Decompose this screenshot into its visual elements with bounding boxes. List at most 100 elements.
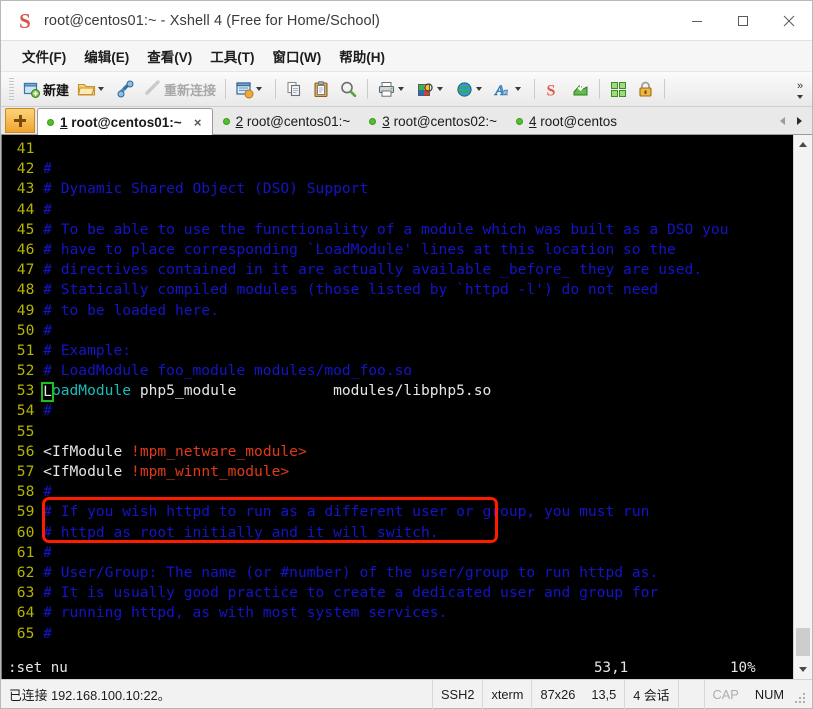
scroll-up-button[interactable] xyxy=(794,135,812,154)
terminal-scrollbar[interactable] xyxy=(793,135,812,679)
color-scheme-button[interactable] xyxy=(412,76,451,103)
terminal-line: 52 # LoadModule foo_module modules/mod_f… xyxy=(8,361,793,381)
terminal-line: 61 # xyxy=(8,543,793,563)
terminal-line: 58 # xyxy=(8,482,793,502)
session-manager-button[interactable] xyxy=(231,76,270,103)
terminal-text: # It is usually good practice to create … xyxy=(43,584,659,602)
line-number: 50 xyxy=(8,321,44,339)
session-manager-icon xyxy=(235,80,254,99)
scrollbar-track[interactable] xyxy=(794,154,812,660)
tab-session-3[interactable]: 3 root@centos02:~ xyxy=(359,108,506,134)
paste-button[interactable] xyxy=(308,76,335,103)
terminal-line: 56 <IfModule !mpm_netware_module> xyxy=(8,442,793,462)
tab-scroll-right-icon[interactable] xyxy=(797,116,802,125)
font-chevron-down-icon[interactable] xyxy=(515,87,522,91)
toolbar-overflow-button[interactable]: » xyxy=(792,74,808,104)
tab-session-1[interactable]: 1 root@centos01:~ × xyxy=(37,108,213,135)
window-controls xyxy=(674,1,812,41)
new-tab-button[interactable] xyxy=(5,108,35,133)
line-number: 58 xyxy=(8,483,44,501)
tab-label: root@centos02:~ xyxy=(393,114,497,129)
line-number: 53 xyxy=(8,382,44,400)
line-number: 43 xyxy=(8,180,44,198)
vim-command: :set nu xyxy=(8,660,68,676)
resize-grip[interactable] xyxy=(794,692,808,706)
line-number: 42 xyxy=(8,160,44,178)
print-chevron-down-icon[interactable] xyxy=(398,87,405,91)
menu-view[interactable]: 查看(V) xyxy=(138,43,201,69)
menu-edit[interactable]: 编辑(E) xyxy=(75,43,138,69)
terminal-text: # If you wish httpd to run as a differen… xyxy=(43,503,650,521)
open-session-button[interactable] xyxy=(73,76,112,103)
scroll-down-button[interactable] xyxy=(794,660,812,679)
arrange-button[interactable] xyxy=(605,76,632,103)
terminal-screen[interactable]: 41 42 # 43 # Dynamic Shared Object (DSO)… xyxy=(2,135,793,679)
status-spacer xyxy=(677,679,704,709)
terminal-text: # have to place corresponding `LoadModul… xyxy=(43,240,676,258)
open-session-chevron-down-icon[interactable] xyxy=(98,87,105,91)
terminal-text: # httpd as root initially and it will sw… xyxy=(43,523,439,541)
line-number: 55 xyxy=(8,422,44,440)
line-number: 61 xyxy=(8,543,44,561)
color-scheme-chevron-down-icon[interactable] xyxy=(437,87,444,91)
tab-scroll-left-icon[interactable] xyxy=(780,116,785,125)
terminal-line: 65 # xyxy=(8,624,793,644)
print-button[interactable] xyxy=(373,76,412,103)
terminal-line: 48 # Statically compiled modules (those … xyxy=(8,280,793,300)
connect-button[interactable] xyxy=(112,76,139,103)
scrollbar-thumb[interactable] xyxy=(796,628,810,656)
font-button[interactable]: A a xyxy=(490,76,529,103)
terminal-line: 43 # Dynamic Shared Object (DSO) Support xyxy=(8,179,793,199)
terminal-line: 62 # User/Group: The name (or #number) o… xyxy=(8,563,793,583)
plus-icon xyxy=(14,114,26,127)
terminal-line: 41 xyxy=(8,139,793,159)
session-manager-chevron-down-icon[interactable] xyxy=(256,87,263,91)
tab-status-dot-icon xyxy=(222,118,230,125)
status-protocol: SSH2 xyxy=(432,679,482,709)
terminal-line: 59 # If you wish httpd to run as a diffe… xyxy=(8,502,793,522)
line-number: 52 xyxy=(8,362,44,380)
terminal-text: # xyxy=(43,543,52,561)
status-bar: 已连接 192.168.100.10:22。 SSH2 xterm 87x26 … xyxy=(1,679,812,709)
find-button[interactable] xyxy=(335,76,362,103)
tab-session-4[interactable]: 4 root@centos xyxy=(506,108,626,134)
open-folder-icon xyxy=(77,80,96,99)
maximize-icon[interactable] xyxy=(720,1,766,41)
terminal-line: 57 <IfModule !mpm_winnt_module> xyxy=(8,462,793,482)
line-number: 45 xyxy=(8,220,44,238)
terminal-text: # directives contained in it are actuall… xyxy=(43,261,703,279)
tab-index: 2 xyxy=(235,114,244,129)
line-number: 41 xyxy=(8,140,44,157)
line-number: 60 xyxy=(8,523,44,541)
globe-chevron-down-icon[interactable] xyxy=(476,87,483,91)
terminal-line: 64 # running httpd, as with most system … xyxy=(8,603,793,623)
tab-status-dot-icon xyxy=(515,118,523,125)
terminal-text: # xyxy=(43,402,52,420)
status-term-type: xterm xyxy=(482,679,531,709)
tab-session-2[interactable]: 2 root@centos01:~ xyxy=(213,108,360,134)
xftp-button[interactable] xyxy=(567,76,594,103)
status-cursor: 13,5 xyxy=(591,686,617,702)
arrange-icon xyxy=(609,80,628,99)
new-session-label: 新建 xyxy=(43,82,70,98)
menu-window[interactable]: 窗口(W) xyxy=(264,43,331,69)
new-session-button[interactable]: 新建 xyxy=(18,76,73,103)
minimize-icon[interactable] xyxy=(674,1,720,41)
menu-tools[interactable]: 工具(T) xyxy=(201,43,263,69)
tab-close-icon[interactable]: × xyxy=(192,115,204,130)
terminal-text: !mpm_winnt_module> xyxy=(131,463,290,480)
copy-button[interactable] xyxy=(281,76,308,103)
lock-button[interactable] xyxy=(632,76,659,103)
menu-help[interactable]: 帮助(H) xyxy=(330,43,394,69)
paste-icon xyxy=(312,80,331,99)
xshell-button[interactable]: S xyxy=(540,76,567,103)
close-icon[interactable] xyxy=(766,1,812,41)
color-scheme-icon xyxy=(416,80,435,99)
tab-status-dot-icon xyxy=(47,118,54,126)
lock-icon xyxy=(636,80,655,99)
menu-file[interactable]: 文件(F) xyxy=(13,43,75,69)
toolbar-grip[interactable] xyxy=(9,78,14,100)
globe-button[interactable] xyxy=(451,76,490,103)
tab-label: root@centos01:~ xyxy=(246,114,351,129)
line-number: 62 xyxy=(8,563,44,581)
